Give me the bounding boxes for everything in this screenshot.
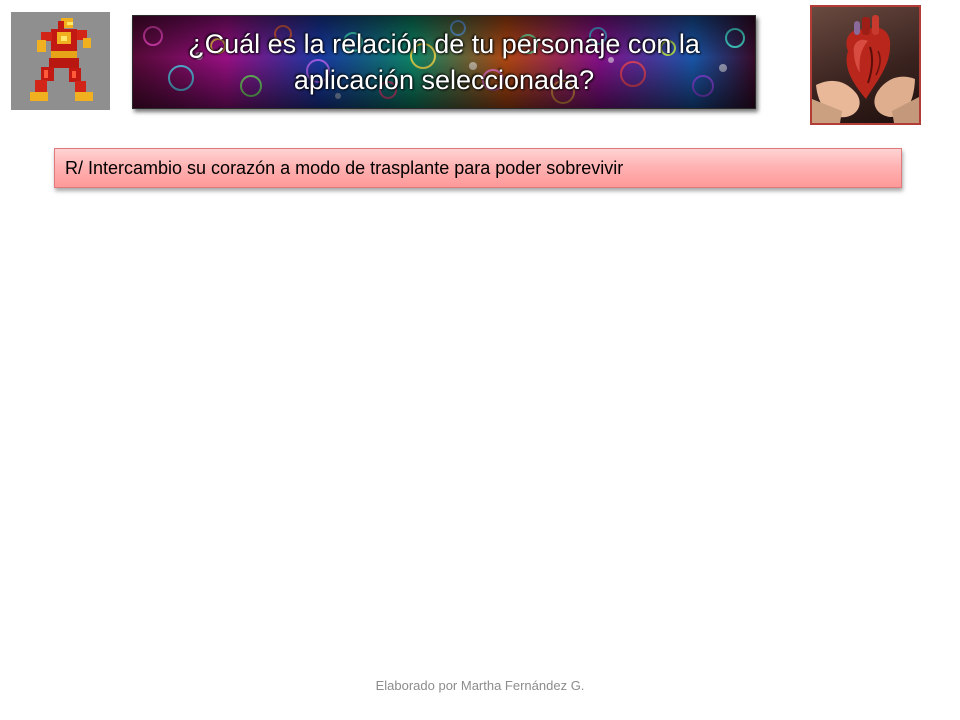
- title-banner: ¿Cuál es la relación de tu personaje con…: [132, 15, 756, 109]
- character-image: [11, 12, 110, 110]
- footer-credit: Elaborado por Martha Fernández G.: [375, 678, 585, 693]
- armored-hero-icon: [30, 18, 93, 101]
- heart-in-hands-icon: [812, 15, 919, 123]
- heart-image: [810, 5, 921, 125]
- slide-title: ¿Cuál es la relación de tu personaje con…: [188, 29, 700, 95]
- answer-text-box: R/ Intercambio su corazón a modo de tras…: [54, 148, 902, 188]
- answer-text: R/ Intercambio su corazón a modo de tras…: [65, 157, 624, 178]
